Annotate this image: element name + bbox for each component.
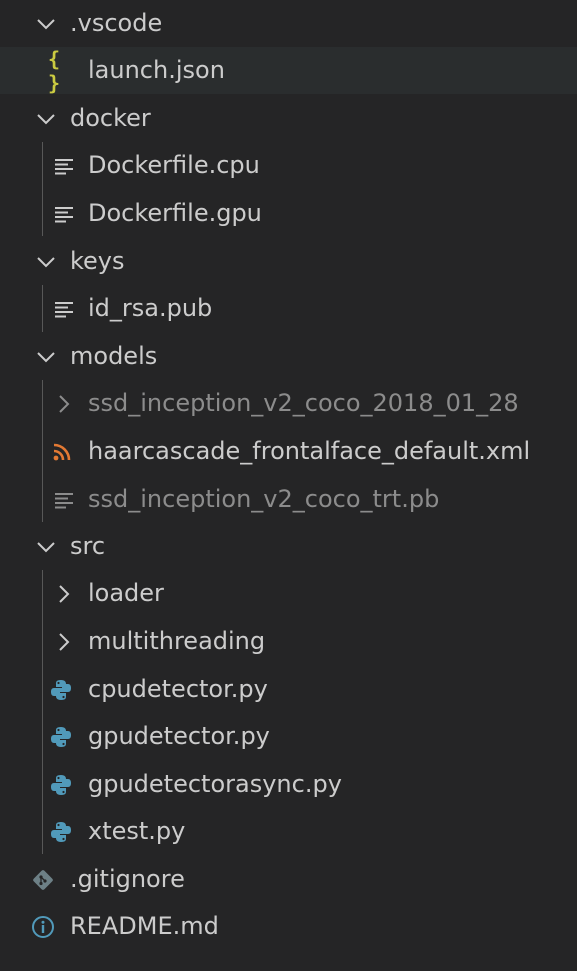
file-label: ssd_inception_v2_coco_trt.pb bbox=[88, 485, 440, 513]
file-launch-json[interactable]: { } launch.json bbox=[0, 46, 577, 95]
json-braces-icon: { } bbox=[48, 46, 60, 95]
folder-label: keys bbox=[70, 247, 125, 275]
python-icon bbox=[49, 761, 73, 808]
folder-label: loader bbox=[88, 579, 164, 607]
file-gitignore[interactable]: .gitignore bbox=[0, 856, 577, 903]
folder-multithreading[interactable]: multithreading bbox=[0, 618, 577, 665]
file-label: id_rsa.pub bbox=[88, 294, 213, 322]
rss-feed-icon bbox=[50, 428, 74, 475]
file-label: launch.json bbox=[88, 56, 225, 84]
file-label: xtest.py bbox=[88, 817, 186, 845]
folder-keys[interactable]: keys bbox=[0, 238, 577, 285]
folder-loader[interactable]: loader bbox=[0, 570, 577, 617]
file-label: Dockerfile.cpu bbox=[88, 151, 260, 179]
folder-label: docker bbox=[70, 104, 151, 132]
folder-docker[interactable]: docker bbox=[0, 95, 577, 142]
folder-vscode[interactable]: .vscode bbox=[0, 0, 577, 47]
text-file-icon bbox=[52, 285, 76, 332]
folder-label: .vscode bbox=[70, 9, 163, 37]
folder-label: multithreading bbox=[88, 627, 266, 655]
chevron-down-icon bbox=[34, 0, 58, 47]
file-label: gpudetector.py bbox=[88, 722, 270, 750]
python-icon bbox=[49, 713, 73, 760]
chevron-down-icon bbox=[34, 523, 58, 570]
text-file-icon bbox=[52, 142, 76, 189]
file-haarcascade-xml[interactable]: haarcascade_frontalface_default.xml bbox=[0, 428, 577, 475]
file-label: .gitignore bbox=[70, 865, 185, 893]
python-icon bbox=[49, 666, 73, 713]
folder-src[interactable]: src bbox=[0, 523, 577, 570]
file-ssd-trt-pb[interactable]: ssd_inception_v2_coco_trt.pb bbox=[0, 476, 577, 523]
folder-ssd-inception[interactable]: ssd_inception_v2_coco_2018_01_28 bbox=[0, 380, 577, 427]
info-icon bbox=[31, 903, 55, 950]
file-label: Dockerfile.gpu bbox=[88, 199, 262, 227]
file-cpudetector-py[interactable]: cpudetector.py bbox=[0, 666, 577, 713]
file-xtest-py[interactable]: xtest.py bbox=[0, 808, 577, 855]
file-dockerfile-gpu[interactable]: Dockerfile.gpu bbox=[0, 190, 577, 237]
chevron-right-icon bbox=[52, 618, 76, 665]
text-file-icon bbox=[52, 190, 76, 237]
file-label: haarcascade_frontalface_default.xml bbox=[88, 437, 531, 465]
chevron-down-icon bbox=[34, 333, 58, 380]
chevron-down-icon bbox=[34, 238, 58, 285]
file-explorer-tree: .vscode { } launch.json docker Dockerfil… bbox=[0, 0, 577, 971]
file-label: cpudetector.py bbox=[88, 675, 268, 703]
folder-label: models bbox=[70, 342, 158, 370]
git-icon bbox=[31, 856, 55, 903]
file-dockerfile-cpu[interactable]: Dockerfile.cpu bbox=[0, 142, 577, 189]
folder-label: src bbox=[70, 532, 106, 560]
file-id-rsa-pub[interactable]: id_rsa.pub bbox=[0, 285, 577, 332]
file-label: gpudetectorasync.py bbox=[88, 770, 342, 798]
folder-label: ssd_inception_v2_coco_2018_01_28 bbox=[88, 389, 519, 417]
python-icon bbox=[49, 808, 73, 855]
file-gpudetectorasync-py[interactable]: gpudetectorasync.py bbox=[0, 761, 577, 808]
chevron-down-icon bbox=[34, 95, 58, 142]
file-label: README.md bbox=[70, 912, 219, 940]
folder-models[interactable]: models bbox=[0, 333, 577, 380]
chevron-right-icon bbox=[52, 380, 76, 427]
text-file-icon bbox=[52, 476, 76, 523]
chevron-right-icon bbox=[52, 570, 76, 617]
file-readme-md[interactable]: README.md bbox=[0, 903, 577, 950]
file-gpudetector-py[interactable]: gpudetector.py bbox=[0, 713, 577, 760]
